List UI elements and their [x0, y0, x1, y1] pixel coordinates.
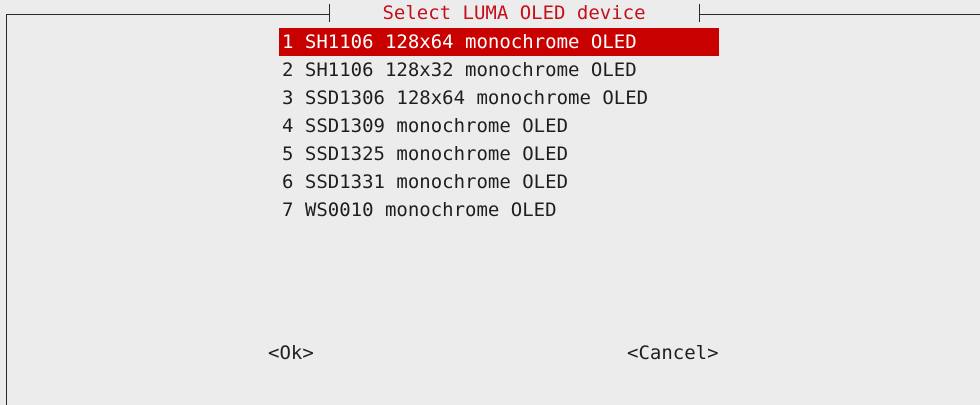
dialog-border-top-right: [700, 14, 980, 15]
menu-item-number: 6: [282, 171, 294, 193]
menu-item-ssd1331[interactable]: 6 SSD1331 monochrome OLED: [279, 168, 719, 196]
menu-item-number: 1: [282, 31, 294, 53]
menu-item-ssd1306-128x64[interactable]: 3 SSD1306 128x64 monochrome OLED: [279, 84, 719, 112]
menu-item-ssd1325[interactable]: 5 SSD1325 monochrome OLED: [279, 140, 719, 168]
menu-item-sh1106-128x32[interactable]: 2 SH1106 128x32 monochrome OLED: [279, 56, 719, 84]
dialog-border-top-left: [6, 14, 329, 15]
menu-item-label: SSD1309 monochrome OLED: [304, 115, 569, 137]
menu-item-sh1106-128x64[interactable]: 1 SH1106 128x64 monochrome OLED: [279, 28, 719, 56]
dialog-title: Select LUMA OLED device: [382, 2, 646, 24]
menu-item-label: SSD1331 monochrome OLED: [304, 171, 569, 193]
menu-item-ssd1309[interactable]: 4 SSD1309 monochrome OLED: [279, 112, 719, 140]
menu-item-number: 3: [282, 87, 294, 109]
title-divider-right: [699, 4, 700, 22]
menu-item-number: 5: [282, 143, 294, 165]
title-divider-left: [329, 4, 330, 22]
menu-item-label: WS0010 monochrome OLED: [304, 199, 557, 221]
menu-item-ws0010[interactable]: 7 WS0010 monochrome OLED: [279, 196, 719, 224]
device-select-dialog: Select LUMA OLED device 1 SH1106 128x64 …: [0, 0, 980, 405]
menu-item-number: 4: [282, 115, 294, 137]
cancel-button[interactable]: <Cancel>: [627, 339, 719, 367]
ok-button[interactable]: <Ok>: [268, 339, 314, 367]
menu-item-label: SSD1325 monochrome OLED: [304, 143, 569, 165]
menu-item-number: 7: [282, 199, 294, 221]
menu-item-label: SSD1306 128x64 monochrome OLED: [304, 87, 649, 109]
dialog-border-left: [6, 14, 7, 405]
device-menu: 1 SH1106 128x64 monochrome OLED 2 SH1106…: [279, 28, 719, 224]
menu-item-label: SH1106 128x64 monochrome OLED: [304, 31, 637, 53]
menu-item-label: SH1106 128x32 monochrome OLED: [304, 59, 637, 81]
menu-item-number: 2: [282, 59, 294, 81]
